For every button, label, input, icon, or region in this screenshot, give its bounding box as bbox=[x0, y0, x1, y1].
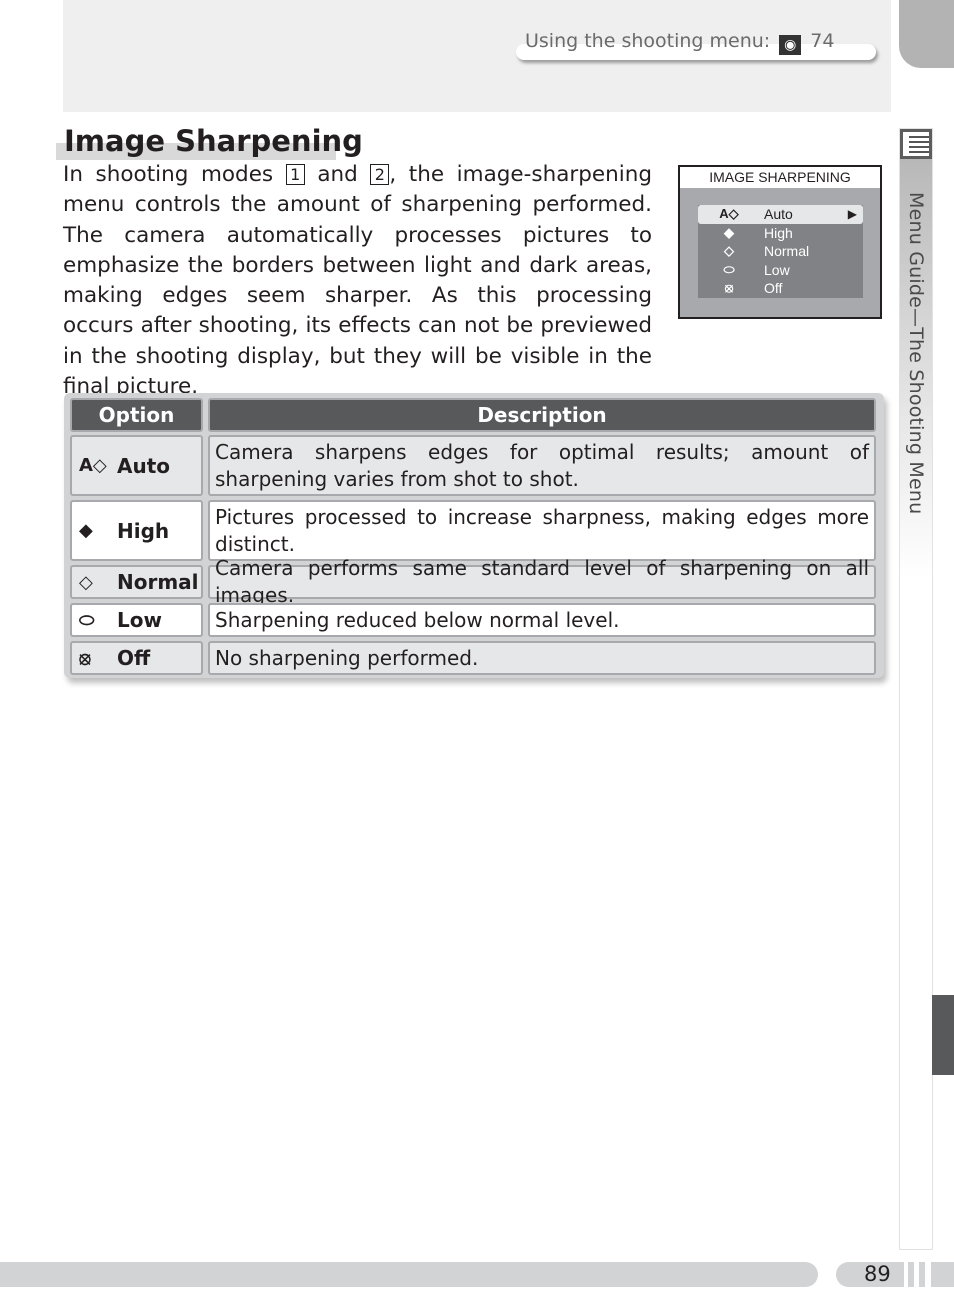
mode-2-icon: 2 bbox=[370, 164, 390, 185]
description-cell: Camera sharpens edges for optimal result… bbox=[208, 435, 876, 496]
normal-sharpening-icon: ◇ bbox=[724, 243, 734, 259]
screen-item-high: ◆ High bbox=[698, 224, 863, 243]
normal-sharpening-icon: ◇ bbox=[79, 571, 93, 593]
screen-item-off: ⦻ Off bbox=[698, 279, 863, 298]
page-title: Image Sharpening bbox=[64, 124, 363, 158]
description-cell: No sharpening performed. bbox=[208, 641, 876, 675]
off-sharpening-icon: ⦻ bbox=[724, 280, 734, 296]
description-cell: Pictures processed to increase sharpness… bbox=[208, 500, 876, 561]
xref-page-number[interactable]: 74 bbox=[810, 30, 834, 52]
auto-sharpening-icon: A◇ bbox=[719, 206, 739, 221]
cross-reference[interactable]: Using the shooting menu: ◉ 74 bbox=[525, 30, 834, 55]
options-table: Option Description A◇ Auto Camera sharpen… bbox=[64, 393, 884, 678]
mode-1-icon: 1 bbox=[285, 164, 305, 185]
screen-item-label: High bbox=[764, 224, 793, 241]
option-label: Auto bbox=[117, 453, 171, 478]
footer-stripe bbox=[931, 1262, 954, 1287]
intro-text-2: , the image-sharpening menu controls the… bbox=[63, 162, 652, 400]
high-sharpening-icon: ◆ bbox=[724, 224, 734, 240]
chapter-marker bbox=[932, 995, 954, 1075]
screen-item-label: Normal bbox=[764, 243, 810, 260]
option-cell: ⦻ Off bbox=[70, 641, 203, 675]
intro-text-and: and bbox=[304, 162, 371, 187]
footer-stripe bbox=[908, 1262, 914, 1287]
xref-label: Using the shooting menu: bbox=[525, 30, 771, 52]
screen-item-low: ⬭ Low bbox=[698, 261, 863, 280]
intro-paragraph: In shooting modes 1 and 2, the image-sha… bbox=[63, 160, 652, 402]
screen-menu-list: A◇ Auto ▶ ◆ High ◇ Normal ⬭ Low ⦻ Off bbox=[698, 205, 863, 298]
description-cell: Camera performs same standard level of s… bbox=[208, 556, 876, 607]
chapter-tab-label: Menu Guide—The Shooting Menu bbox=[905, 192, 927, 515]
screen-item-label: Auto bbox=[764, 206, 793, 222]
camera-menu-screen: IMAGE SHARPENING A◇ Auto ▶ ◆ High ◇ Norm… bbox=[678, 165, 882, 319]
option-cell: A◇ Auto bbox=[70, 435, 203, 496]
option-cell: ◆ High bbox=[70, 500, 203, 561]
screen-item-label: Off bbox=[764, 280, 783, 297]
page-number: 89 bbox=[864, 1262, 891, 1286]
option-cell: ⬭ Low bbox=[70, 603, 203, 637]
menu-list-icon bbox=[900, 129, 932, 159]
high-sharpening-icon: ◆ bbox=[79, 520, 93, 541]
option-label: Normal bbox=[117, 570, 199, 594]
screen-item-normal: ◇ Normal bbox=[698, 242, 863, 261]
footer-bar-left bbox=[0, 1262, 818, 1287]
low-sharpening-icon: ⬭ bbox=[79, 609, 95, 631]
off-sharpening-icon: ⦻ bbox=[79, 647, 91, 669]
column-header-option: Option bbox=[70, 398, 203, 432]
low-sharpening-icon: ⬭ bbox=[723, 261, 735, 277]
footer-stripe bbox=[919, 1262, 925, 1287]
auto-sharpening-icon: A◇ bbox=[79, 455, 107, 476]
eye-icon: ◉ bbox=[779, 35, 802, 55]
option-label: High bbox=[117, 518, 170, 543]
intro-text-1: In shooting modes bbox=[63, 162, 286, 187]
option-label: Off bbox=[117, 646, 151, 670]
arrow-right-icon: ▶ bbox=[847, 207, 857, 221]
screen-title: IMAGE SHARPENING bbox=[680, 167, 880, 188]
option-cell: ◇ Normal bbox=[70, 565, 203, 599]
option-label: Low bbox=[117, 608, 162, 632]
screen-item-label: Low bbox=[764, 261, 790, 278]
corner-tab bbox=[899, 0, 954, 68]
description-cell: Sharpening reduced below normal level. bbox=[208, 603, 876, 637]
screen-item-auto: A◇ Auto ▶ bbox=[698, 205, 863, 224]
column-header-description: Description bbox=[208, 398, 876, 432]
